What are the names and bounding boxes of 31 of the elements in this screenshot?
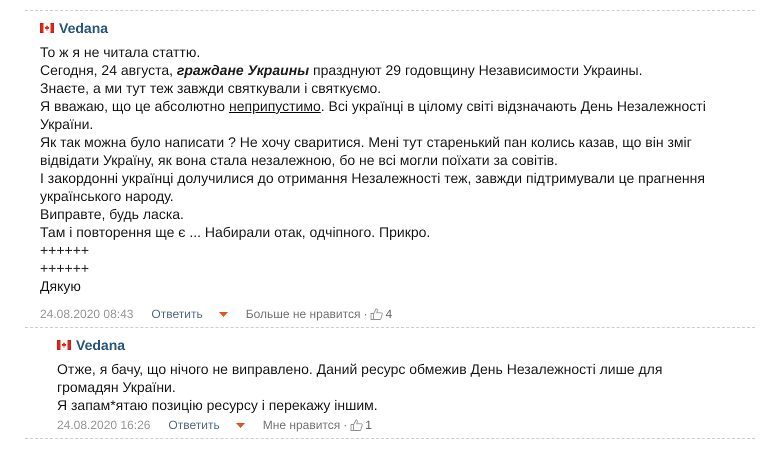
caret-icon[interactable] [218,312,228,316]
reply-link[interactable]: Ответить [151,305,203,323]
thumbs-up-icon [350,419,364,431]
comment-text: Там і повторення ще є ... Набирали отак, одчіпного. Прикро. [40,223,432,241]
separator-dot: · [343,417,348,434]
flag-icon [57,340,71,350]
comment-text: Знаєте, а ми тут теж завжди святкували і святкуємо. [40,79,382,97]
like-link[interactable]: Мне нравится [262,416,340,434]
comment-date: 24.08.2020 16:26 [57,417,150,434]
comment-text: І закордонні українці долучилися до отримання Незалежності теж, завжди підтримували це прагнення українського народу. [40,169,706,205]
comment-text: ++++++ [40,259,90,277]
comment-text: Отже, я бачу, що нічого не виправлено. Даний ресурс обмежив День Незалежності лише для громадян України. [57,360,664,396]
flag-icon [40,23,54,33]
like-count: 4 [385,306,392,323]
author-name[interactable]: Vedana [76,334,126,356]
caret-icon[interactable] [236,422,245,428]
comment-text: Сегодня, 24 августа, граждане Украины празднуют 29 годовщину Независимости Украины. [40,61,644,79]
comment-text: ++++++ [40,241,90,259]
comment-text: Дякую [40,277,82,295]
comment-date: 24.08.2020 08:43 [40,306,134,323]
comment-text: Як так можна було написати ? Не хочу сваритися. Мені тут старенький пан колись казав, що він зміг відвідати Україну, як вона стала незалежною, бо не всі могли поїхати за совітів. [40,133,693,169]
like-count: 1 [365,417,372,434]
comment-text: Я запам*ятаю позицію ресурсу і перекажу іншим. [57,396,379,414]
comment-text: Я вважаю, що це абсолютно неприпустимо. Всі українці в цілому світі відзначають День Незалежності України. [40,97,707,133]
thumbs-up-icon [370,308,384,320]
author-name[interactable]: Vedana [59,18,108,38]
comment-text: То ж я не читала статтю. [40,43,202,61]
separator-dot: · [363,306,368,323]
reply-link[interactable]: Ответить [168,416,220,434]
like-link[interactable]: Больше не нравится [246,305,360,323]
comment-text: Виправте, будь ласка. [40,205,185,223]
